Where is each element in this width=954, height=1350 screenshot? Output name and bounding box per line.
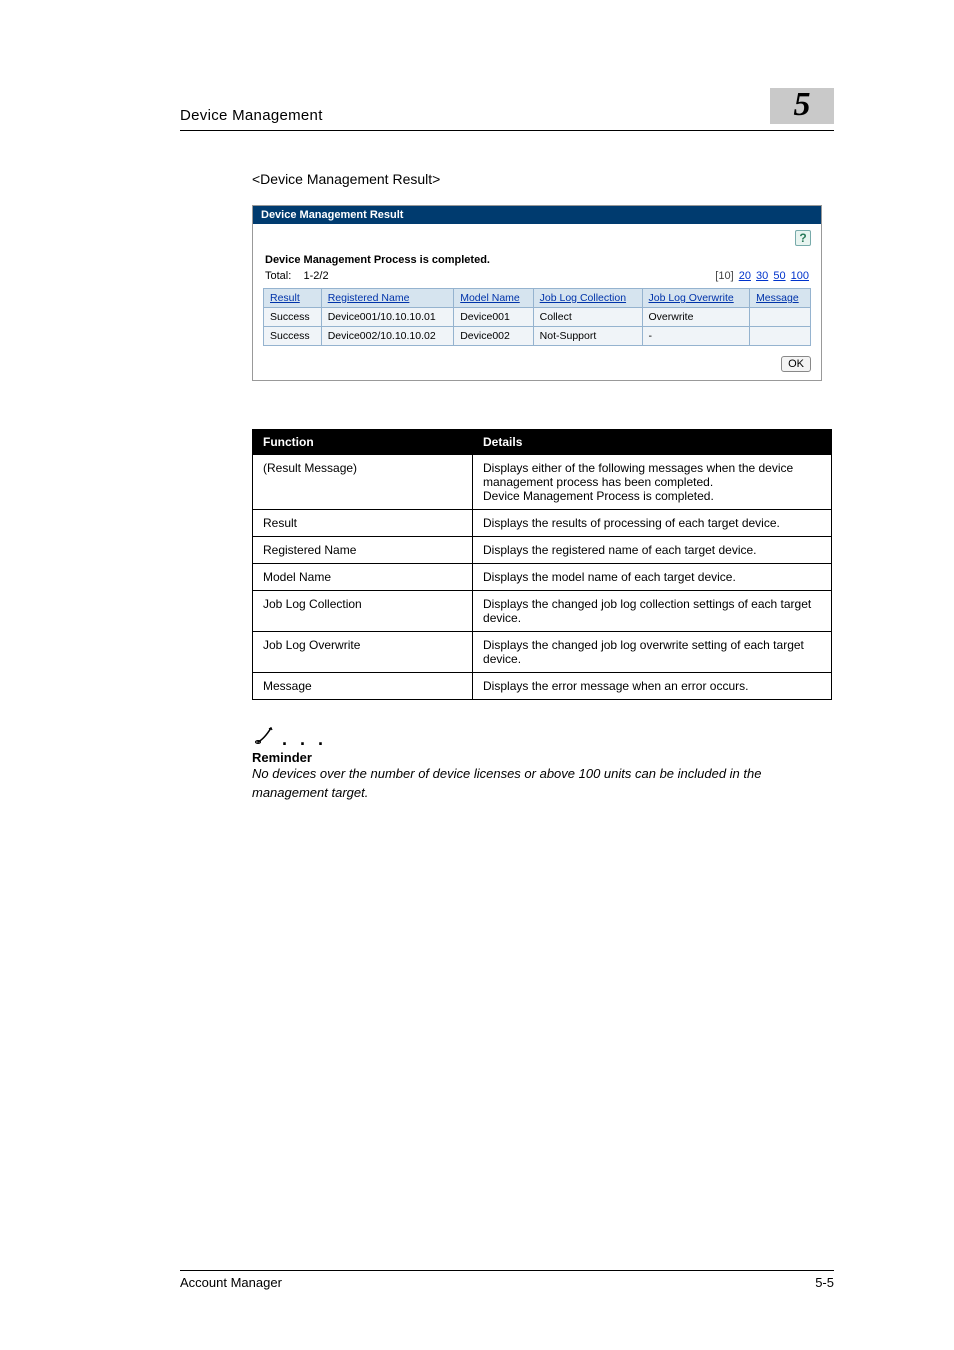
table-row: Result Displays the results of processin… — [253, 510, 832, 537]
footer-left: Account Manager — [180, 1275, 282, 1290]
func-detail: Displays the error message when an error… — [473, 673, 832, 700]
footer-page-number: 5-5 — [815, 1275, 834, 1290]
func-detail: Displays the changed job log overwrite s… — [473, 632, 832, 673]
cell-message — [750, 308, 811, 327]
cell-registered-name: Device001/10.10.10.01 — [321, 308, 454, 327]
func-detail: Displays the results of processing of ea… — [473, 510, 832, 537]
func-name: Message — [253, 673, 473, 700]
func-detail: Displays the model name of each target d… — [473, 564, 832, 591]
note-dots: . . . — [282, 729, 327, 750]
help-icon[interactable]: ? — [795, 230, 811, 246]
cell-model-name: Device002 — [454, 327, 533, 346]
result-table: Result Registered Name Model Name Job Lo… — [263, 288, 811, 346]
panel-titlebar: Device Management Result — [253, 206, 821, 224]
note-body: No devices over the number of device lic… — [252, 765, 812, 803]
table-header-row: Result Registered Name Model Name Job Lo… — [264, 289, 811, 308]
func-name: Registered Name — [253, 537, 473, 564]
func-name: Result — [253, 510, 473, 537]
func-detail: Displays the registered name of each tar… — [473, 537, 832, 564]
table-row: (Result Message) Displays either of the … — [253, 455, 832, 510]
cell-message — [750, 327, 811, 346]
func-name: Model Name — [253, 564, 473, 591]
func-name: Job Log Collection — [253, 591, 473, 632]
device-management-result-panel: Device Management Result ? Device Manage… — [252, 205, 822, 381]
cell-collection: Not-Support — [533, 327, 642, 346]
table-row: Job Log Collection Displays the changed … — [253, 591, 832, 632]
function-details-table: Function Details (Result Message) Displa… — [252, 429, 832, 700]
subheading: <Device Management Result> — [252, 171, 834, 187]
table-row: Model Name Displays the model name of ea… — [253, 564, 832, 591]
cell-registered-name: Device002/10.10.10.02 — [321, 327, 454, 346]
pager: [10] 20 30 50 100 — [713, 270, 809, 282]
header-rule — [180, 130, 834, 131]
cell-overwrite: Overwrite — [642, 308, 750, 327]
table-row: Job Log Overwrite Displays the changed j… — [253, 632, 832, 673]
cell-result: Success — [264, 327, 322, 346]
table-row: Success Device002/10.10.10.02 Device002 … — [264, 327, 811, 346]
total-value: 1-2/2 — [304, 270, 329, 282]
col-job-log-collection[interactable]: Job Log Collection — [533, 289, 642, 308]
pager-50[interactable]: 50 — [773, 270, 785, 282]
page-section-title: Device Management — [180, 107, 323, 124]
pager-20[interactable]: 20 — [739, 270, 751, 282]
col-job-log-overwrite[interactable]: Job Log Overwrite — [642, 289, 750, 308]
cell-collection: Collect — [533, 308, 642, 327]
col-result[interactable]: Result — [264, 289, 322, 308]
table-row: Registered Name Displays the registered … — [253, 537, 832, 564]
pager-30[interactable]: 30 — [756, 270, 768, 282]
table-row: Success Device001/10.10.10.01 Device001 … — [264, 308, 811, 327]
chapter-number: 5 — [794, 88, 811, 122]
pager-10[interactable]: [10] — [715, 270, 733, 282]
chapter-number-badge: 5 — [770, 88, 834, 124]
ok-button[interactable]: OK — [781, 356, 811, 372]
table-row: Message Displays the error message when … — [253, 673, 832, 700]
note-icon — [252, 722, 278, 748]
func-detail: Displays either of the following message… — [473, 455, 832, 510]
func-name: (Result Message) — [253, 455, 473, 510]
func-detail: Displays the changed job log collection … — [473, 591, 832, 632]
func-header-details: Details — [473, 430, 832, 455]
footer-rule — [180, 1270, 834, 1271]
col-registered-name[interactable]: Registered Name — [321, 289, 454, 308]
total-label: Total: — [265, 270, 291, 282]
cell-overwrite: - — [642, 327, 750, 346]
cell-model-name: Device001 — [454, 308, 533, 327]
col-message[interactable]: Message — [750, 289, 811, 308]
status-message: Device Management Process is completed. — [265, 254, 490, 266]
pager-100[interactable]: 100 — [791, 270, 809, 282]
func-name: Job Log Overwrite — [253, 632, 473, 673]
col-model-name[interactable]: Model Name — [454, 289, 533, 308]
func-header-function: Function — [253, 430, 473, 455]
cell-result: Success — [264, 308, 322, 327]
note-heading: Reminder — [252, 750, 834, 765]
